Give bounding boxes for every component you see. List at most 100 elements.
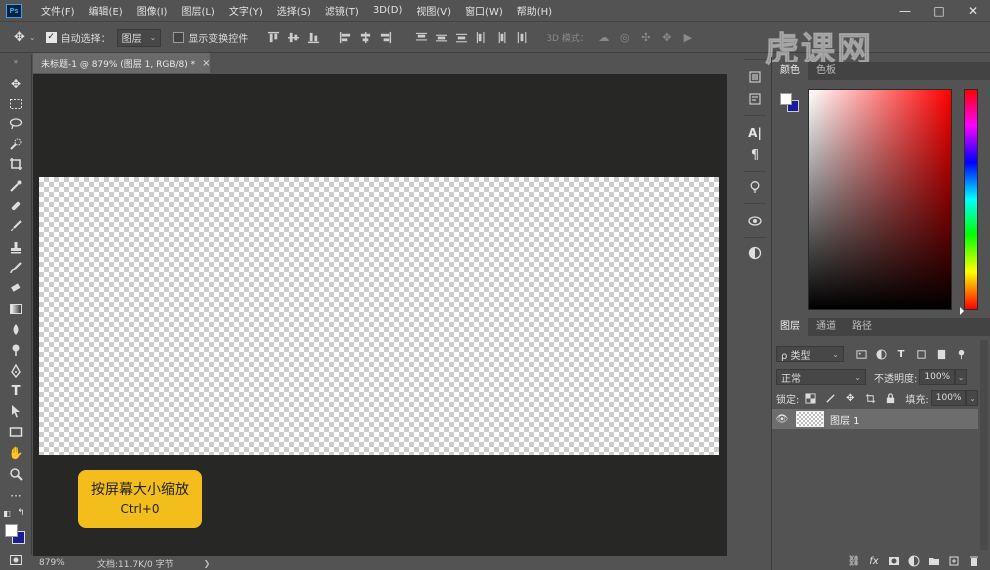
swap-colors-icon[interactable]: ↰ — [16, 507, 26, 519]
opacity-slider-chevron-icon[interactable]: ⌄ — [955, 369, 968, 385]
menu-3d[interactable]: 3D(D) — [366, 5, 410, 16]
rectangle-tool-icon[interactable] — [7, 423, 25, 441]
filter-type-icon[interactable]: T — [894, 347, 908, 361]
move-tool-icon[interactable]: ✥ — [14, 30, 25, 45]
filter-adjustment-icon[interactable] — [874, 347, 888, 361]
minimize-button[interactable]: — — [888, 0, 922, 22]
tab-swatches[interactable]: 色板 — [808, 62, 844, 80]
transform-controls-checkbox[interactable] — [173, 32, 185, 43]
fill-slider-chevron-icon[interactable]: ⌄ — [966, 390, 979, 406]
menu-layer[interactable]: 图层(L) — [174, 3, 221, 18]
3d-slide-icon[interactable]: ✥ — [660, 31, 674, 45]
lock-image-pixels-icon[interactable] — [823, 391, 837, 405]
marquee-tool-icon[interactable] — [7, 95, 25, 113]
auto-select-target-dropdown[interactable]: 图层 ⌄ — [116, 28, 162, 47]
link-layers-icon[interactable]: ⛓ — [848, 555, 861, 567]
tab-layers[interactable]: 图层 — [772, 318, 808, 336]
paragraph-panel-icon[interactable]: ¶ — [745, 145, 765, 165]
menu-edit[interactable]: 编辑(E) — [82, 3, 130, 18]
auto-select-checkbox[interactable]: ✓ — [45, 32, 57, 43]
align-right-icon[interactable] — [378, 31, 392, 45]
layer-row[interactable]: 👁 图层 1 — [772, 409, 978, 429]
distribute-top-icon[interactable] — [414, 31, 428, 45]
align-vertical-center-icon[interactable] — [286, 31, 300, 45]
saturation-value-picker[interactable] — [808, 89, 952, 310]
character-panel-icon[interactable]: A| — [745, 123, 765, 143]
history-panel-icon[interactable] — [745, 67, 765, 87]
dodge-tool-icon[interactable] — [7, 341, 25, 359]
type-tool-icon[interactable]: T — [7, 382, 25, 400]
tool-preset-chevron-down-icon[interactable]: ⌄ — [29, 33, 36, 42]
filter-toggle-icon[interactable] — [954, 347, 968, 361]
align-top-icon[interactable] — [266, 31, 280, 45]
gradient-tool-icon[interactable] — [7, 300, 25, 318]
history-brush-tool-icon[interactable] — [7, 259, 25, 277]
align-bottom-icon[interactable] — [306, 31, 320, 45]
quick-selection-tool-icon[interactable] — [7, 135, 25, 153]
close-button[interactable]: ✕ — [956, 0, 990, 22]
menu-help[interactable]: 帮助(H) — [510, 3, 559, 18]
menu-image[interactable]: 图像(I) — [130, 3, 175, 18]
3d-orbit-icon[interactable]: ☁ — [597, 31, 611, 45]
document-tab[interactable]: 未标题-1 @ 879% (图层 1, RGB/8) * × — [33, 53, 211, 73]
distribute-bottom-icon[interactable] — [454, 31, 468, 45]
adjustments-panel-icon[interactable] — [745, 243, 765, 263]
lasso-tool-icon[interactable] — [7, 115, 25, 133]
menu-type[interactable]: 文字(Y) — [222, 3, 270, 18]
learn-panel-icon[interactable] — [745, 177, 765, 197]
toolbar-collapse-icon[interactable]: » — [7, 57, 25, 66]
hand-tool-icon[interactable]: ✋ — [7, 444, 25, 462]
3d-drag-icon[interactable]: ✣ — [639, 31, 653, 45]
document-canvas-area[interactable]: 按屏幕大小缩放 Ctrl+0 — [33, 74, 727, 556]
opacity-input[interactable]: 100% — [919, 369, 956, 385]
add-mask-icon[interactable] — [888, 555, 900, 567]
menu-filter[interactable]: 滤镜(T) — [318, 3, 366, 18]
lock-all-icon[interactable] — [883, 391, 897, 405]
lock-artboard-icon[interactable] — [863, 391, 877, 405]
healing-brush-tool-icon[interactable] — [7, 197, 25, 215]
layer-filter-dropdown[interactable]: ρ 类型 ⌄ — [776, 346, 844, 362]
lock-transparent-pixels-icon[interactable] — [803, 391, 817, 405]
default-colors-icon[interactable]: ◧ — [2, 507, 12, 519]
pen-tool-icon[interactable] — [7, 362, 25, 380]
new-group-folder-icon[interactable] — [928, 555, 940, 567]
tab-paths[interactable]: 路径 — [844, 318, 880, 336]
blur-tool-icon[interactable] — [7, 321, 25, 339]
foreground-color-swatch[interactable] — [5, 524, 18, 537]
align-horizontal-center-icon[interactable] — [358, 31, 372, 45]
transparent-canvas[interactable] — [39, 177, 719, 455]
blend-mode-dropdown[interactable]: 正常 ⌄ — [776, 369, 866, 385]
properties-panel-icon[interactable] — [745, 89, 765, 109]
delete-layer-trash-icon[interactable] — [968, 555, 980, 567]
libraries-panel-icon[interactable] — [745, 211, 765, 231]
crop-tool-icon[interactable] — [7, 155, 25, 173]
distribute-vertical-center-icon[interactable] — [434, 31, 448, 45]
filter-smart-object-icon[interactable] — [934, 347, 948, 361]
zoom-tool-icon[interactable] — [7, 465, 25, 483]
fill-input[interactable]: 100% — [930, 390, 967, 406]
layer-style-fx-icon[interactable]: fx — [868, 555, 880, 567]
hue-slider-handle[interactable] — [960, 307, 964, 315]
menu-view[interactable]: 视图(V) — [409, 3, 458, 18]
new-layer-icon[interactable] — [948, 555, 960, 567]
maximize-button[interactable]: □ — [922, 0, 956, 22]
layers-scrollbar[interactable] — [980, 340, 988, 550]
eyedropper-tool-icon[interactable] — [7, 177, 25, 195]
menu-select[interactable]: 选择(S) — [270, 3, 318, 18]
lock-position-icon[interactable]: ✥ — [843, 391, 857, 405]
new-adjustment-layer-icon[interactable] — [908, 555, 920, 567]
eye-icon[interactable]: 👁 — [772, 414, 792, 425]
3d-camera-icon[interactable]: ▶ — [681, 31, 695, 45]
distribute-horizontal-center-icon[interactable] — [494, 31, 508, 45]
3d-roll-icon[interactable]: ◎ — [618, 31, 632, 45]
filter-pixel-icon[interactable] — [854, 347, 868, 361]
path-selection-tool-icon[interactable] — [7, 402, 25, 420]
quick-mask-icon[interactable] — [7, 551, 25, 569]
eraser-tool-icon[interactable] — [7, 279, 25, 297]
distribute-right-icon[interactable] — [514, 31, 528, 45]
close-icon[interactable]: × — [202, 58, 210, 69]
more-tools-icon[interactable]: ··· — [7, 487, 25, 505]
menu-file[interactable]: 文件(F) — [34, 3, 82, 18]
filter-shape-icon[interactable] — [914, 347, 928, 361]
brush-tool-icon[interactable] — [7, 217, 25, 235]
